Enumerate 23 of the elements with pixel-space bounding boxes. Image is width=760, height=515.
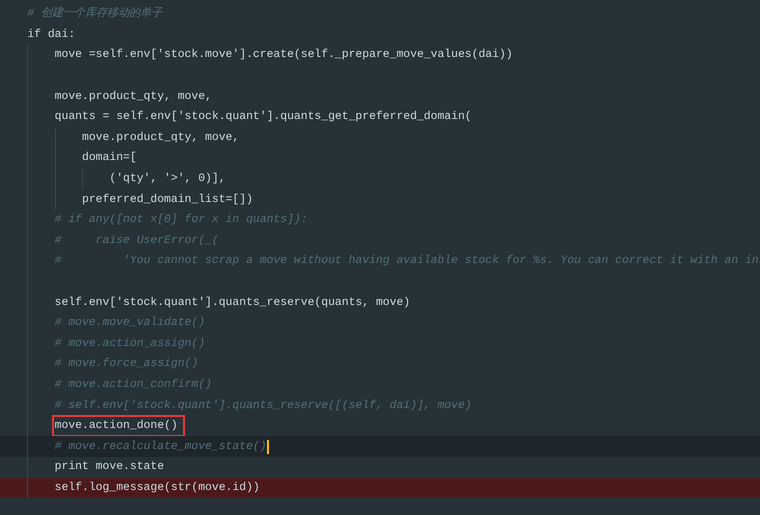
code-line: if dai: xyxy=(27,28,76,43)
code-line: self.log_message(str(move.id)) xyxy=(54,480,260,496)
code-line: quants = self.env['stock.quant'].quants_get_preferred_domain( xyxy=(54,110,472,126)
code-line: move =self.env['stock.move'].create(self._prepare_move_values(dai)) xyxy=(54,48,513,64)
code-comment: # 创建一个库存移动的单子 xyxy=(27,6,162,22)
code-line: domain=[ xyxy=(82,150,137,166)
code-comment: # move.action_assign() xyxy=(54,336,206,352)
code-comment: # move.action_confirm() xyxy=(54,378,212,393)
code-comment: # 'You cannot scrap a move without having available stock for %s. You can correct it with an in xyxy=(54,254,759,270)
code-comment: # self.env['stock.quant'].quants_reserve([(self, dai)], move) xyxy=(54,398,472,414)
code-comment: # move.recalculate_move_state() xyxy=(54,440,267,455)
code-comment: # if any([not x[0] for x in quants]): xyxy=(54,212,308,228)
code-line: preferred_domain_list=[]) xyxy=(82,192,253,208)
code-line: ('qty', '>', 0)], xyxy=(109,172,226,188)
code-line: move.product_qty, move, xyxy=(82,130,240,146)
code-line: self.env['stock.quant'].quants_reserve(quants, move) xyxy=(54,296,410,311)
code-editor[interactable] xyxy=(0,0,760,515)
code-comment: # raise UserError(_( xyxy=(54,234,219,249)
code-line: move.product_qty, move, xyxy=(54,90,212,105)
code-comment: # move.force_assign() xyxy=(54,356,198,372)
code-line: move.action_done() xyxy=(54,418,182,434)
code-line: print move.state xyxy=(54,460,164,476)
code-comment: # move.move_validate() xyxy=(54,316,206,332)
